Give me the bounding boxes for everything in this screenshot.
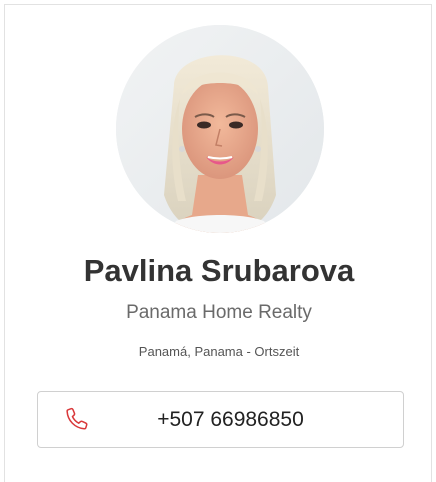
agent-card: Pavlina Srubarova Panama Home Realty Pan… <box>4 4 432 482</box>
avatar-photo <box>116 25 324 233</box>
agent-company[interactable]: Panama Home Realty <box>5 301 433 325</box>
agent-timezone: Panamá, Panama - Ortszeit <box>138 344 300 359</box>
avatar <box>116 25 324 233</box>
phone-button[interactable]: +507 66986850 <box>37 391 404 448</box>
phone-number: +507 66986850 <box>157 408 304 431</box>
agent-name: Pavlina Srubarova <box>83 253 355 288</box>
